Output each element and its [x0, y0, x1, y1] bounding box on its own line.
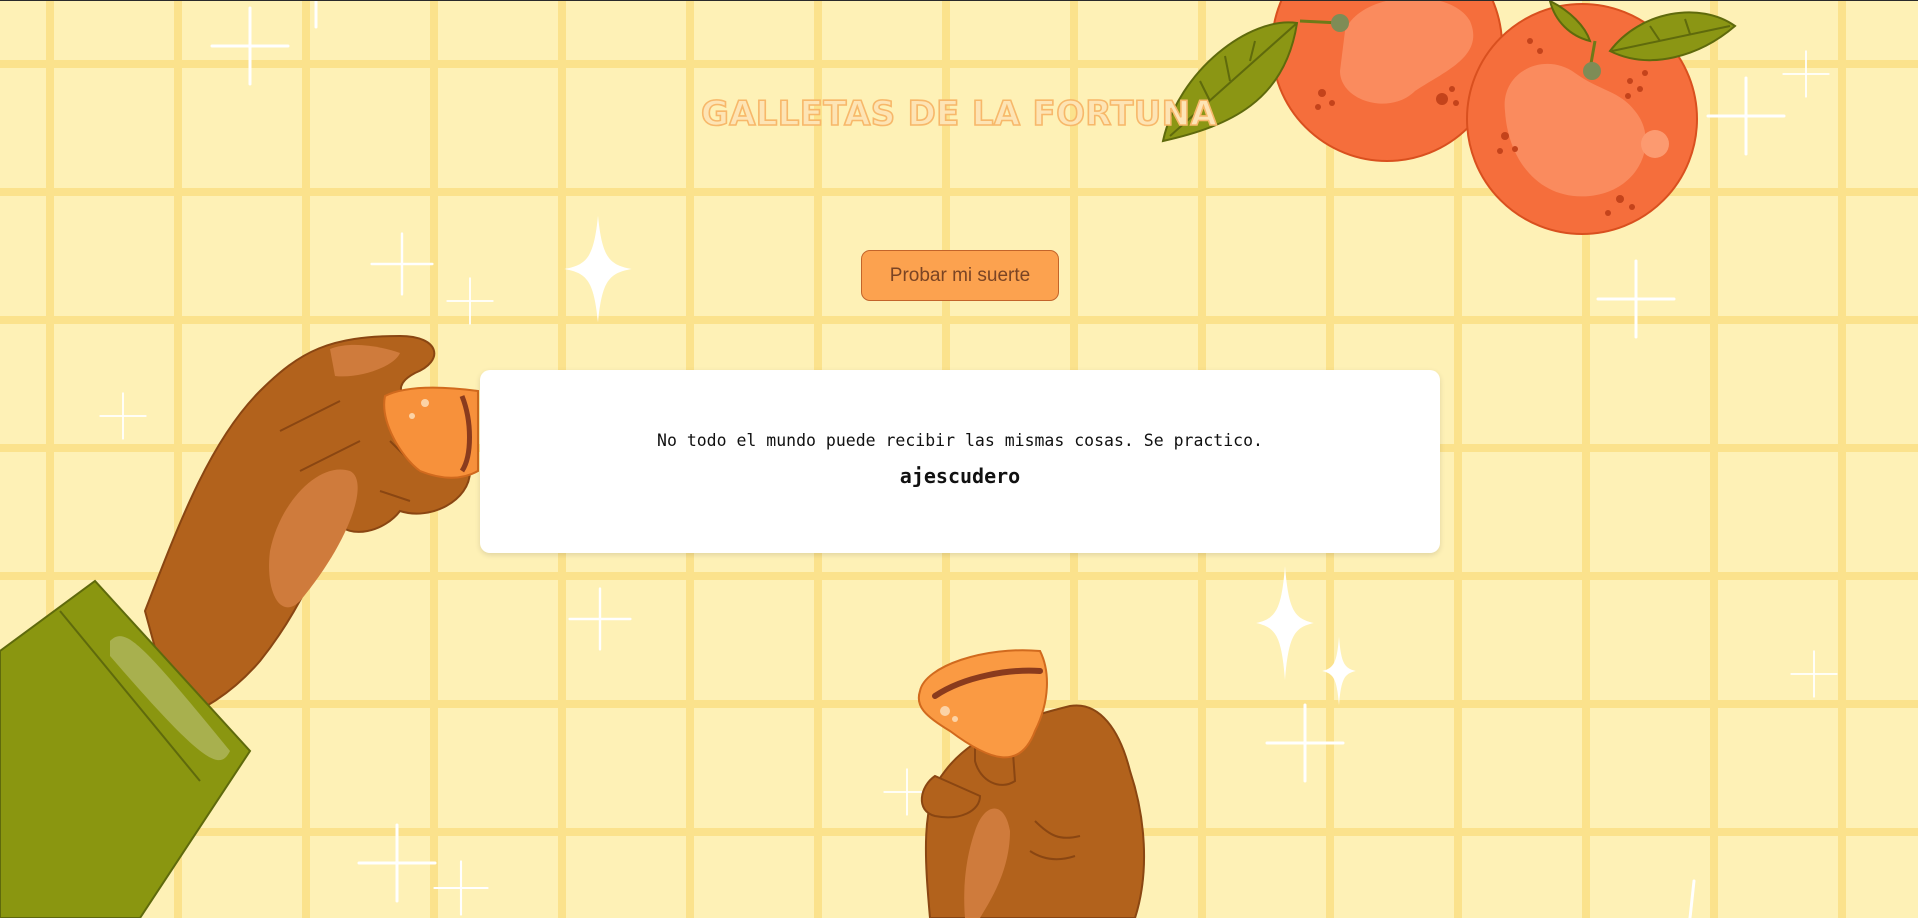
try-luck-button[interactable]: Probar mi suerte	[861, 250, 1059, 301]
fortune-card: No todo el mundo puede recibir las misma…	[480, 370, 1440, 553]
page-title: GALLETAS DE LA FORTUNA	[700, 93, 1218, 135]
fortune-author: ajescudero	[899, 464, 1021, 488]
fortune-cookie-icon	[917, 649, 1048, 759]
fortune-message: No todo el mundo puede recibir las misma…	[657, 431, 1263, 450]
